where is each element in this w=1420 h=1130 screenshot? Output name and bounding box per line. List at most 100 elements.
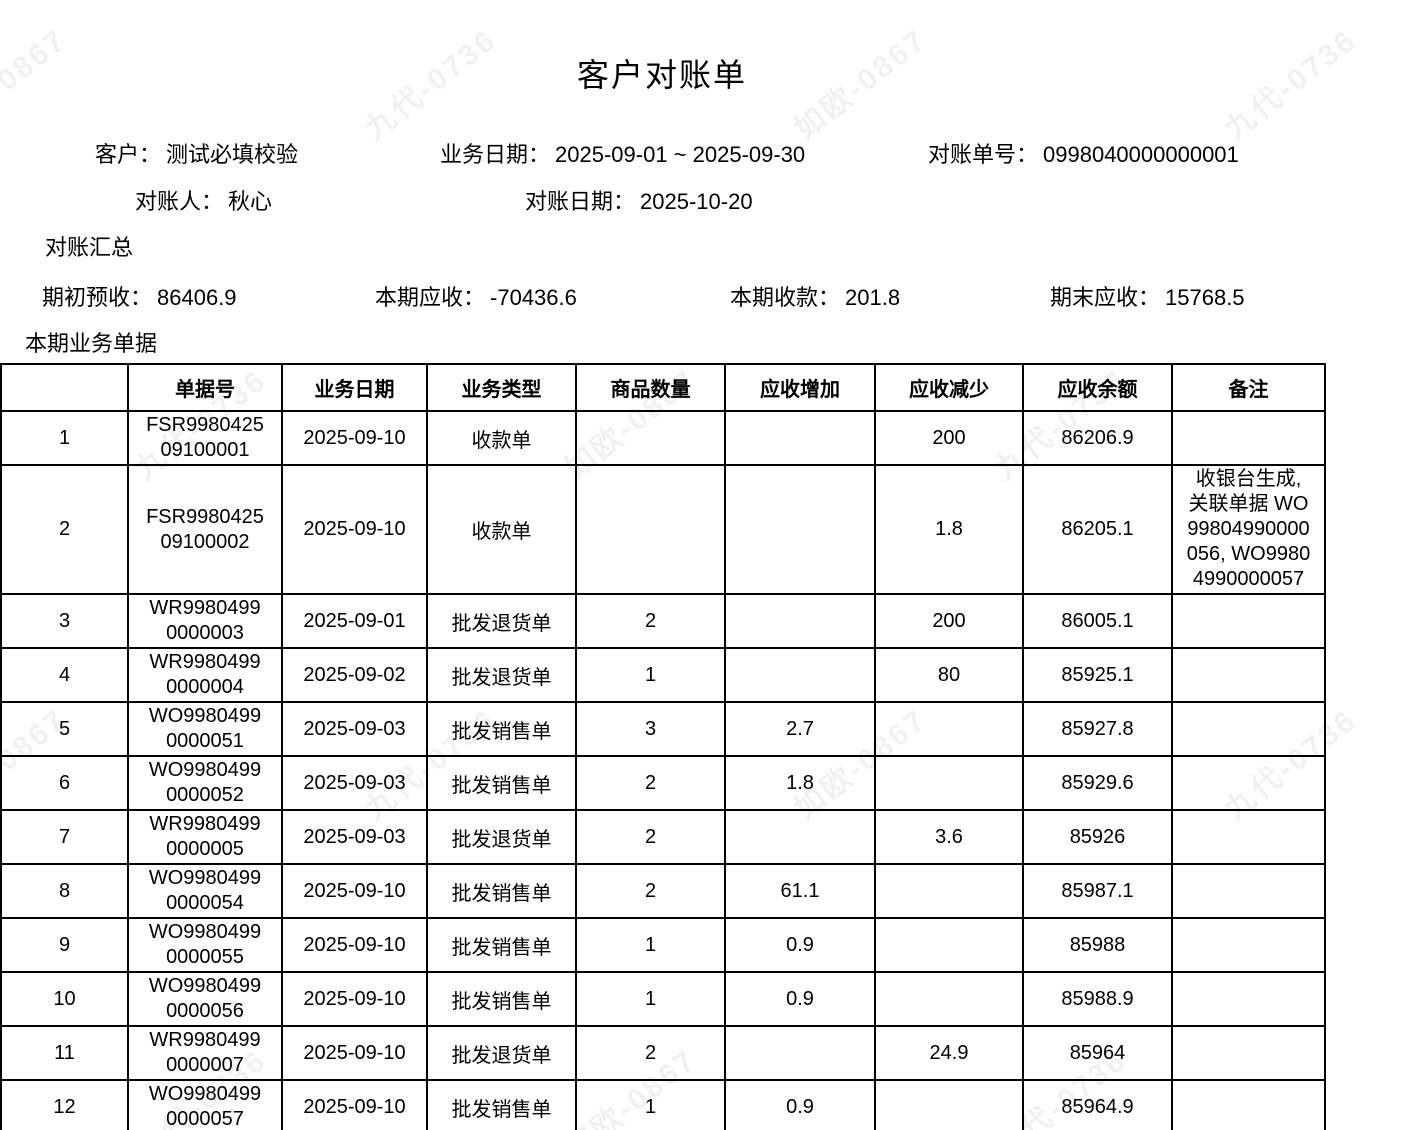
table-cell: 85987.1 (1022, 863, 1173, 919)
table-cell: 3 (0, 593, 129, 649)
reconciler-field: 对账人： 秋心 (135, 184, 272, 216)
doc-no: WR99804990000004 (149, 651, 261, 698)
table-cell: WR99804990000005 (127, 809, 283, 865)
watermark-text: 如欧-0867 (1413, 1036, 1420, 1130)
table-cell: 86005.1 (1022, 593, 1173, 649)
table-row: 4 WR99804990000004 2025-09-02 批发退货单 1 80 85925… (0, 647, 1326, 703)
statement-table: 单据号 业务日期 业务类型 商品数量 应收增加 应收减少 应收余额 备注 1 FSR998042… (0, 363, 1326, 1130)
doc-no: WO99804990000054 (148, 867, 262, 914)
table-cell: 24.9 (874, 1025, 1024, 1081)
table-cell: 1.8 (724, 755, 876, 811)
table-cell: 2025-09-01 (281, 593, 428, 649)
doc-no: FSR998042509100001 (146, 414, 264, 461)
summary-period-receivable-label: 本期应收： (375, 285, 486, 310)
table-cell (724, 593, 876, 649)
table-cell: 10 (0, 971, 129, 1027)
table-cell: 2025-09-10 (281, 971, 428, 1027)
table-cell (874, 1079, 1024, 1130)
table-header-row: 单据号 业务日期 业务类型 商品数量 应收增加 应收减少 应收余额 备注 (0, 363, 1326, 412)
table-cell: 2025-09-10 (281, 464, 428, 595)
table-cell: 1.8 (874, 464, 1024, 595)
table-cell: 7 (0, 809, 129, 865)
table-cell: 86206.9 (1022, 410, 1173, 466)
doc-no: WO99804990000057 (148, 1083, 262, 1130)
column-header-6: 应收减少 (874, 363, 1024, 412)
table-cell: 2025-09-03 (281, 701, 428, 757)
customer-value: 测试必填校验 (166, 142, 299, 167)
table-cell (1171, 971, 1326, 1027)
table-cell: 8 (0, 863, 129, 919)
table-cell: 61.1 (724, 863, 876, 919)
table-cell: WO99804990000056 (127, 971, 283, 1027)
table-cell: 收款单 (426, 464, 577, 595)
table-cell: 2 (0, 464, 129, 595)
table-cell: 2025-09-03 (281, 755, 428, 811)
summary-opening-balance-label: 期初预收： (42, 285, 153, 310)
column-header-5: 应收增加 (724, 363, 876, 412)
table-cell: 0.9 (724, 917, 876, 973)
table-cell: 85926 (1022, 809, 1173, 865)
reconciler-label: 对账人： (135, 189, 224, 214)
summary-opening-balance-value: 86406.9 (157, 285, 237, 310)
table-cell (874, 755, 1024, 811)
table-cell (874, 701, 1024, 757)
doc-no: WO99804990000051 (148, 705, 262, 752)
table-row: 3 WR99804990000003 2025-09-01 批发退货单 2 200 8600… (0, 593, 1326, 649)
column-header-4: 商品数量 (575, 363, 726, 412)
remark-text: 收银台生成, 关联单据 WO99804990000056, WO99804990… (1186, 468, 1311, 590)
table-cell (724, 464, 876, 595)
summary-closing-balance: 期末应收： 15768.5 (1050, 280, 1245, 312)
summary-closing-balance-value: 15768.5 (1165, 285, 1245, 310)
table-cell: 85964 (1022, 1025, 1173, 1081)
table-cell (575, 464, 726, 595)
table-cell: 80 (874, 647, 1024, 703)
table-cell: 批发销售单 (426, 917, 577, 973)
table-cell: 批发退货单 (426, 593, 577, 649)
column-header-7: 应收余额 (1022, 363, 1173, 412)
table-cell: 85988.9 (1022, 971, 1173, 1027)
table-cell: WO99804990000055 (127, 917, 283, 973)
table-cell: 2025-09-10 (281, 863, 428, 919)
table-cell: 2025-09-10 (281, 917, 428, 973)
table-cell: 0.9 (724, 1079, 876, 1130)
table-cell (724, 647, 876, 703)
table-cell: 2 (575, 809, 726, 865)
summary-period-received: 本期收款： 201.8 (730, 280, 900, 312)
table-cell: WO99804990000057 (127, 1079, 283, 1130)
table-cell: 2025-09-10 (281, 1079, 428, 1130)
table-cell: 批发销售单 (426, 971, 577, 1027)
table-cell: 85927.8 (1022, 701, 1173, 757)
table-cell: 收银台生成, 关联单据 WO99804990000056, WO99804990… (1171, 464, 1326, 595)
table-cell: 批发销售单 (426, 755, 577, 811)
table-cell (874, 971, 1024, 1027)
table-cell: 收款单 (426, 410, 577, 466)
table-cell (874, 863, 1024, 919)
table-cell: WR99804990000004 (127, 647, 283, 703)
doc-no: WR99804990000005 (149, 813, 261, 860)
column-header-2: 业务日期 (281, 363, 428, 412)
table-cell: 85964.9 (1022, 1079, 1173, 1130)
table-cell: WO99804990000054 (127, 863, 283, 919)
table-cell: WO99804990000051 (127, 701, 283, 757)
table-cell: 批发退货单 (426, 647, 577, 703)
table-cell: 5 (0, 701, 129, 757)
doc-no: WR99804990000003 (149, 597, 261, 644)
table-cell: WR99804990000003 (127, 593, 283, 649)
doc-no: WO99804990000056 (148, 975, 262, 1022)
table-cell (724, 1025, 876, 1081)
table-row: 7 WR99804990000005 2025-09-03 批发退货单 2 3.6 8592… (0, 809, 1326, 865)
table-cell: 1 (575, 917, 726, 973)
table-cell: 1 (575, 971, 726, 1027)
table-cell: 批发退货单 (426, 809, 577, 865)
business-date-value: 2025-09-01 ~ 2025-09-30 (555, 142, 806, 167)
reconcile-date-value: 2025-10-20 (640, 189, 753, 214)
summary-row: 期初预收： 86406.9 本期应收： -70436.6 本期收款： 201.8 期末… (0, 280, 1420, 310)
table-cell: 1 (575, 647, 726, 703)
summary-period-receivable-value: -70436.6 (490, 285, 577, 310)
doc-no: WO99804990000055 (148, 921, 262, 968)
summary-period-received-value: 201.8 (845, 285, 901, 310)
table-body: 1 FSR998042509100001 2025-09-10 收款单 200 86206… (0, 410, 1326, 1130)
table-cell: 3.6 (874, 809, 1024, 865)
summary-closing-balance-label: 期末应收： (1050, 285, 1161, 310)
doc-no: WR99804990000007 (149, 1029, 261, 1076)
